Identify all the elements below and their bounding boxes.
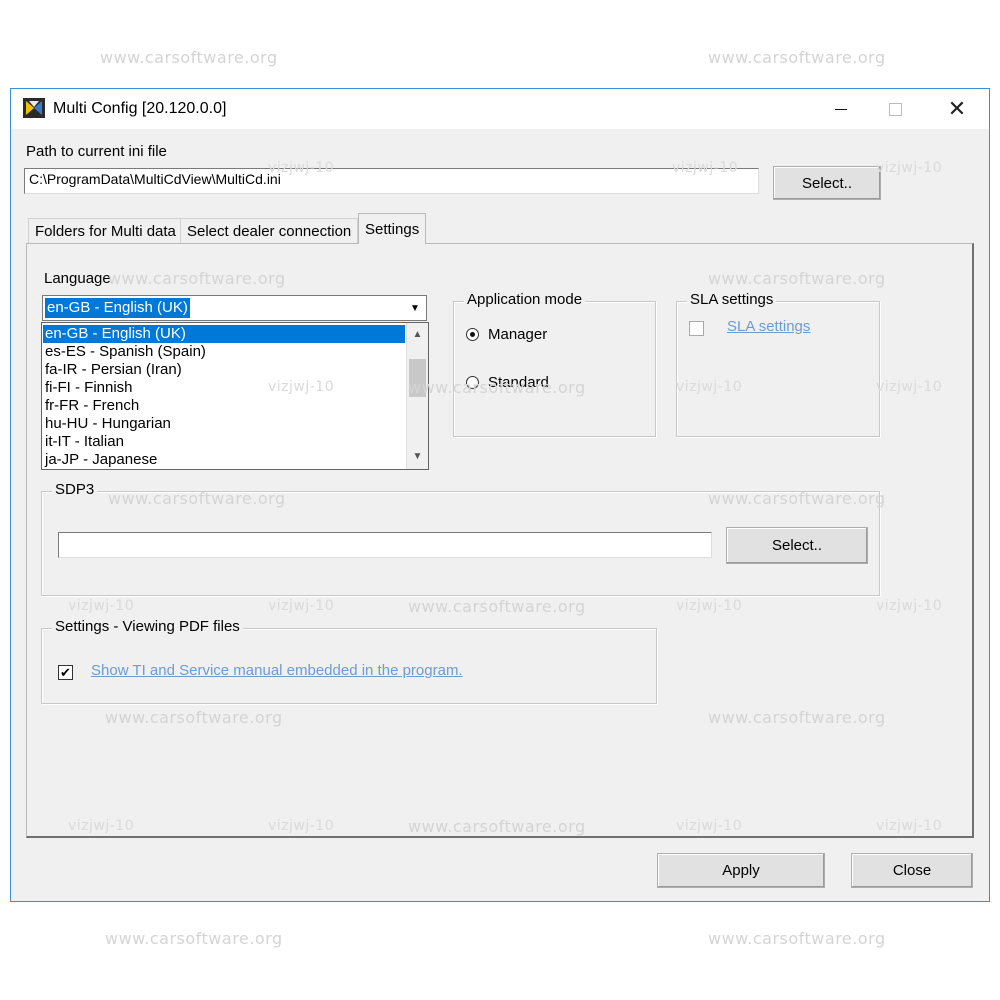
- watermark: www.carsoftware.org: [105, 929, 283, 948]
- close-icon: ✕: [947, 96, 967, 121]
- show-embedded-manual-link[interactable]: Show TI and Service manual embedded in t…: [91, 662, 463, 679]
- language-option[interactable]: fr-FR - French: [43, 397, 405, 415]
- scroll-up-icon[interactable]: ▲: [407, 325, 428, 343]
- window-title: Multi Config [20.120.0.0]: [53, 100, 227, 117]
- language-options-list[interactable]: en-GB - English (UK) es-ES - Spanish (Sp…: [41, 322, 429, 470]
- ini-path-label: Path to current ini file: [26, 143, 167, 160]
- scrollbar-thumb[interactable]: [409, 359, 426, 397]
- minimize-icon: [835, 108, 847, 110]
- watermark: www.carsoftware.org: [708, 929, 886, 948]
- scroll-down-icon[interactable]: ▼: [407, 447, 428, 465]
- tab-settings[interactable]: Settings: [358, 213, 427, 244]
- apply-button[interactable]: Apply: [657, 853, 825, 888]
- sla-settings-title: SLA settings: [687, 291, 777, 308]
- language-option[interactable]: fa-IR - Persian (Iran): [43, 361, 405, 379]
- language-option[interactable]: es-ES - Spanish (Spain): [43, 343, 405, 361]
- language-option[interactable]: en-GB - English (UK): [43, 325, 405, 343]
- language-label: Language: [44, 270, 111, 287]
- sdp3-select-button[interactable]: Select..: [726, 527, 868, 564]
- manager-radio-label[interactable]: Manager: [488, 326, 547, 343]
- standard-radio[interactable]: [466, 376, 479, 389]
- app-icon: [23, 98, 45, 118]
- sla-settings-checkbox[interactable]: [689, 321, 704, 336]
- language-selected-value: en-GB - English (UK): [45, 298, 190, 318]
- language-dropdown[interactable]: en-GB - English (UK) ▼: [42, 295, 427, 321]
- ini-path-select-button[interactable]: Select..: [773, 166, 881, 200]
- sdp3-title: SDP3: [52, 481, 98, 498]
- close-button[interactable]: Close: [851, 853, 973, 888]
- maximize-icon: [888, 102, 902, 116]
- application-mode-title: Application mode: [464, 291, 586, 308]
- watermark: www.carsoftware.org: [100, 48, 278, 67]
- title-bar[interactable]: Multi Config [20.120.0.0] ✕: [11, 89, 989, 129]
- pdf-settings-title: Settings - Viewing PDF files: [52, 618, 243, 635]
- chevron-down-icon[interactable]: ▼: [405, 297, 425, 319]
- manager-radio[interactable]: [466, 328, 479, 341]
- language-option[interactable]: it-IT - Italian: [43, 433, 405, 451]
- tab-folders-for-multi-data[interactable]: Folders for Multi data: [28, 218, 183, 244]
- maximize-button[interactable]: [865, 89, 925, 129]
- standard-radio-label[interactable]: Standard: [488, 374, 549, 391]
- sla-settings-link[interactable]: SLA settings: [727, 318, 810, 335]
- show-embedded-manual-checkbox[interactable]: ✔: [58, 665, 73, 680]
- close-window-button[interactable]: ✕: [927, 89, 987, 129]
- language-option[interactable]: fi-FI - Finnish: [43, 379, 405, 397]
- minimize-button[interactable]: [811, 89, 871, 129]
- sdp3-path-field[interactable]: [58, 532, 712, 558]
- ini-path-field[interactable]: C:\ProgramData\MultiCdView\MultiCd.ini: [24, 168, 759, 194]
- tab-select-dealer-connection[interactable]: Select dealer connection: [180, 218, 359, 244]
- language-option[interactable]: hu-HU - Hungarian: [43, 415, 405, 433]
- language-list-scrollbar[interactable]: ▲ ▼: [406, 323, 428, 469]
- watermark: www.carsoftware.org: [708, 48, 886, 67]
- language-option[interactable]: ja-JP - Japanese: [43, 451, 405, 469]
- application-mode-group: Application mode: [453, 291, 656, 437]
